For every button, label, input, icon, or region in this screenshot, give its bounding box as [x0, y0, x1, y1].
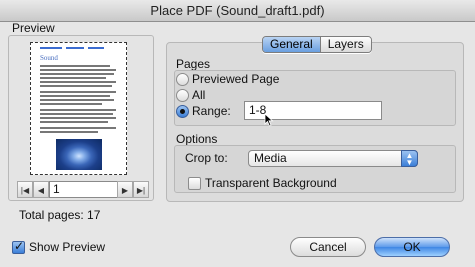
radio-icon[interactable]: [176, 72, 189, 86]
radio-icon[interactable]: [176, 104, 189, 118]
window-title: Place PDF (Sound_draft1.pdf): [0, 0, 475, 22]
page-navigator: |◀ ◀ 1 ▶ ▶|: [17, 181, 149, 198]
first-page-button[interactable]: |◀: [17, 181, 33, 198]
crop-to-label: Crop to:: [185, 151, 228, 165]
transparent-background-checkbox[interactable]: Transparent Background: [188, 175, 337, 191]
crop-to-value: Media: [254, 151, 287, 165]
total-pages-label: Total pages: 17: [19, 208, 101, 222]
radio-previewed-page[interactable]: Previewed Page: [176, 71, 279, 87]
radio-label: Previewed Page: [192, 72, 280, 86]
show-preview-checkbox[interactable]: Show Preview: [12, 239, 105, 255]
options-group-label: Options: [176, 132, 218, 146]
mouse-pointer-icon: [264, 113, 274, 127]
radio-icon[interactable]: [176, 88, 189, 102]
page-number-field[interactable]: 1: [49, 181, 127, 198]
radio-label: All: [192, 88, 206, 102]
thumbnail-link-mark: [40, 47, 62, 49]
radio-all[interactable]: All: [176, 87, 205, 103]
thumbnail-link-mark: [66, 47, 84, 49]
preview-group-label: Preview: [12, 21, 55, 35]
pages-group-label: Pages: [176, 57, 211, 71]
thumbnail-link-mark: [88, 47, 104, 49]
show-preview-label: Show Preview: [29, 240, 106, 254]
transparent-background-label: Transparent Background: [205, 176, 337, 190]
prev-page-button[interactable]: ◀: [33, 181, 49, 198]
thumbnail-heading: Sound: [40, 54, 58, 62]
tab-layers[interactable]: Layers: [320, 37, 371, 52]
tab-control: General Layers: [262, 36, 372, 53]
cancel-button[interactable]: Cancel: [290, 237, 366, 257]
popup-arrows-icon[interactable]: ▲ ▼: [401, 150, 418, 167]
radio-range[interactable]: Range:: [176, 103, 231, 119]
last-page-button[interactable]: ▶|: [133, 181, 149, 198]
radio-label: Range:: [192, 104, 231, 118]
ok-button[interactable]: OK: [374, 237, 450, 257]
next-page-button[interactable]: ▶: [117, 181, 133, 198]
crop-to-select[interactable]: Media ▲ ▼: [248, 150, 418, 167]
transparent-check-icon[interactable]: [188, 176, 201, 190]
tab-general[interactable]: General: [263, 37, 321, 52]
page-thumbnail: Sound: [30, 42, 127, 175]
show-preview-check-icon[interactable]: [12, 239, 25, 254]
thumbnail-image: [56, 139, 102, 170]
